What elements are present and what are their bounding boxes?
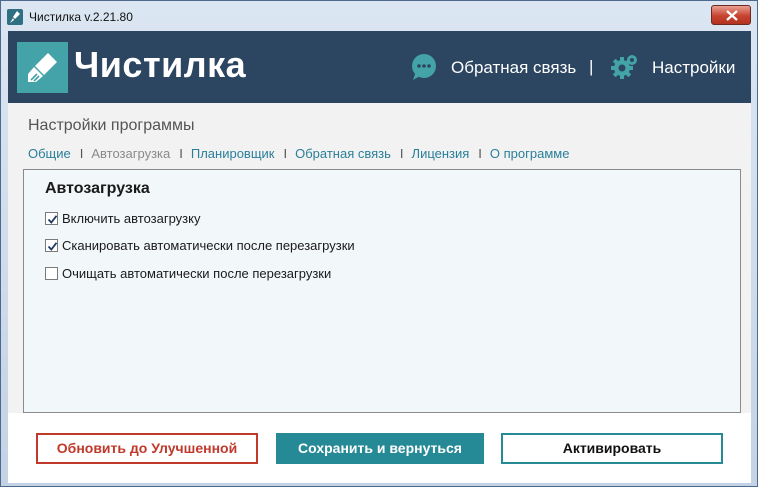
option-label: Сканировать автоматически после перезагр… [62,238,355,253]
close-button[interactable] [711,5,751,25]
window-title: Чистилка v.2.21.80 [29,10,133,24]
checkmark-icon [47,242,58,251]
checkbox-auto-clean[interactable] [45,267,58,280]
logo-icon [17,42,68,93]
tab-separator: I [399,146,404,161]
title-bar[interactable]: Чистилка v.2.21.80 [1,1,757,31]
option-label: Очищать автоматически после перезагрузки [62,266,332,281]
checkbox-auto-scan[interactable] [45,239,58,252]
panel-heading: Автозагрузка [45,180,150,197]
tab-scheduler[interactable]: Планировщик [191,146,275,161]
tab-about[interactable]: О программе [490,146,570,161]
close-icon [726,10,738,21]
checkbox-enable-autostart[interactable] [45,212,58,225]
tab-separator: I [283,146,288,161]
option-label: Включить автозагрузку [62,211,201,226]
tab-separator: I [478,146,482,161]
app-content: Чистилка Обратная связь | Настройки Наст… [8,31,751,483]
settings-tabs: Общие I Автозагрузка I Планировщик I Обратная … [28,146,569,161]
chat-bubble-icon[interactable] [409,52,439,82]
footer-bar: Обновить до Улучшенной Сохранить и верну… [8,413,751,483]
settings-link[interactable]: Настройки [652,58,735,78]
tab-separator: I [79,146,84,161]
autostart-panel: Автозагрузка Включить автозагрузку Скани… [23,169,741,413]
gear-icon[interactable] [610,53,638,81]
feedback-link[interactable]: Обратная связь [451,58,576,78]
tab-feedback[interactable]: Обратная связь [295,146,391,161]
app-window: Чистилка v.2.21.80 Чистилка Обратная свя… [0,0,758,487]
tab-separator: I [179,146,183,161]
logo-text: Чистилка [74,44,247,85]
save-and-return-button[interactable]: Сохранить и вернуться [276,433,484,464]
checkmark-icon [47,215,58,224]
tab-license[interactable]: Лицензия [412,146,470,161]
tab-general[interactable]: Общие [28,146,71,161]
app-icon [7,9,23,25]
tab-autostart[interactable]: Автозагрузка [91,146,170,161]
page-title: Настройки программы [28,117,195,134]
header-separator: | [589,57,594,76]
activate-button[interactable]: Активировать [501,433,723,464]
upgrade-button[interactable]: Обновить до Улучшенной [36,433,258,464]
app-header: Чистилка Обратная связь | Настройки [8,31,751,103]
